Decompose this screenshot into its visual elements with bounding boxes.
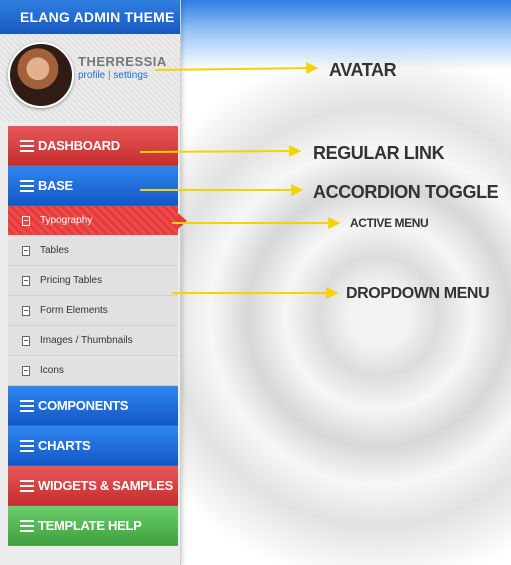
profile-panel: THERRESSIA profile | settings (0, 34, 180, 122)
profile-link-separator: | (108, 70, 111, 81)
document-icon (22, 215, 30, 226)
document-icon (22, 275, 30, 286)
menu-item-dashboard[interactable]: DASHBOARD (8, 126, 178, 166)
menu-item-label: BASE (38, 178, 73, 193)
menu-icon (20, 179, 34, 192)
submenu-item-form-elements[interactable]: Form Elements (8, 296, 178, 326)
annotation-active-menu: ACTIVE MENU (350, 216, 429, 230)
settings-link[interactable]: settings (113, 70, 147, 81)
sidebar: ELANG ADMIN THEME THERRESSIA profile | s… (0, 0, 187, 565)
main-menu: DASHBOARD BASE Typography Tables Pricing… (8, 126, 187, 546)
annotation-dropdown-menu: DROPDOWN MENU (346, 285, 490, 302)
document-icon (22, 245, 30, 256)
profile-links: profile | settings (78, 70, 148, 81)
submenu-item-typography[interactable]: Typography (8, 206, 187, 236)
menu-item-widgets-samples[interactable]: WIDGETS & SAMPLES (8, 466, 178, 506)
submenu-item-tables[interactable]: Tables (8, 236, 178, 266)
brand-title: ELANG ADMIN THEME (0, 0, 180, 35)
submenu-item-label: Tables (40, 245, 69, 256)
document-icon (22, 365, 30, 376)
submenu-item-pricing-tables[interactable]: Pricing Tables (8, 266, 178, 296)
menu-icon (20, 479, 34, 492)
submenu-item-label: Pricing Tables (40, 275, 103, 286)
menu-item-charts[interactable]: CHARTS (8, 426, 178, 466)
menu-item-components[interactable]: COMPONENTS (8, 386, 178, 426)
menu-item-label: TEMPLATE HELP (38, 518, 142, 533)
submenu-item-label: Icons (40, 365, 64, 376)
menu-item-template-help[interactable]: TEMPLATE HELP (8, 506, 178, 546)
menu-item-label: DASHBOARD (38, 138, 120, 153)
document-icon (22, 305, 30, 316)
background-pattern (180, 0, 511, 565)
menu-item-label: COMPONENTS (38, 398, 129, 413)
submenu-item-icons[interactable]: Icons (8, 356, 178, 386)
annotation-accordion-toggle: ACCORDION TOGGLE (313, 182, 499, 202)
menu-item-label: WIDGETS & SAMPLES (38, 478, 174, 493)
menu-icon (20, 439, 34, 452)
profile-username: THERRESSIA (78, 54, 167, 69)
profile-link[interactable]: profile (78, 70, 105, 81)
menu-item-base[interactable]: BASE (8, 166, 178, 206)
base-submenu: Typography Tables Pricing Tables Form El… (8, 206, 187, 386)
submenu-item-label: Images / Thumbnails (40, 335, 133, 346)
annotation-regular-link: REGULAR LINK (313, 143, 445, 163)
menu-icon (20, 399, 34, 412)
submenu-item-images-thumbnails[interactable]: Images / Thumbnails (8, 326, 178, 356)
menu-icon (20, 139, 34, 152)
submenu-item-label: Typography (40, 215, 93, 226)
menu-icon (20, 519, 34, 532)
avatar[interactable] (8, 42, 74, 108)
menu-item-label: CHARTS (38, 438, 91, 453)
submenu-item-label: Form Elements (40, 305, 108, 316)
document-icon (22, 335, 30, 346)
annotation-avatar: AVATAR (329, 60, 397, 80)
